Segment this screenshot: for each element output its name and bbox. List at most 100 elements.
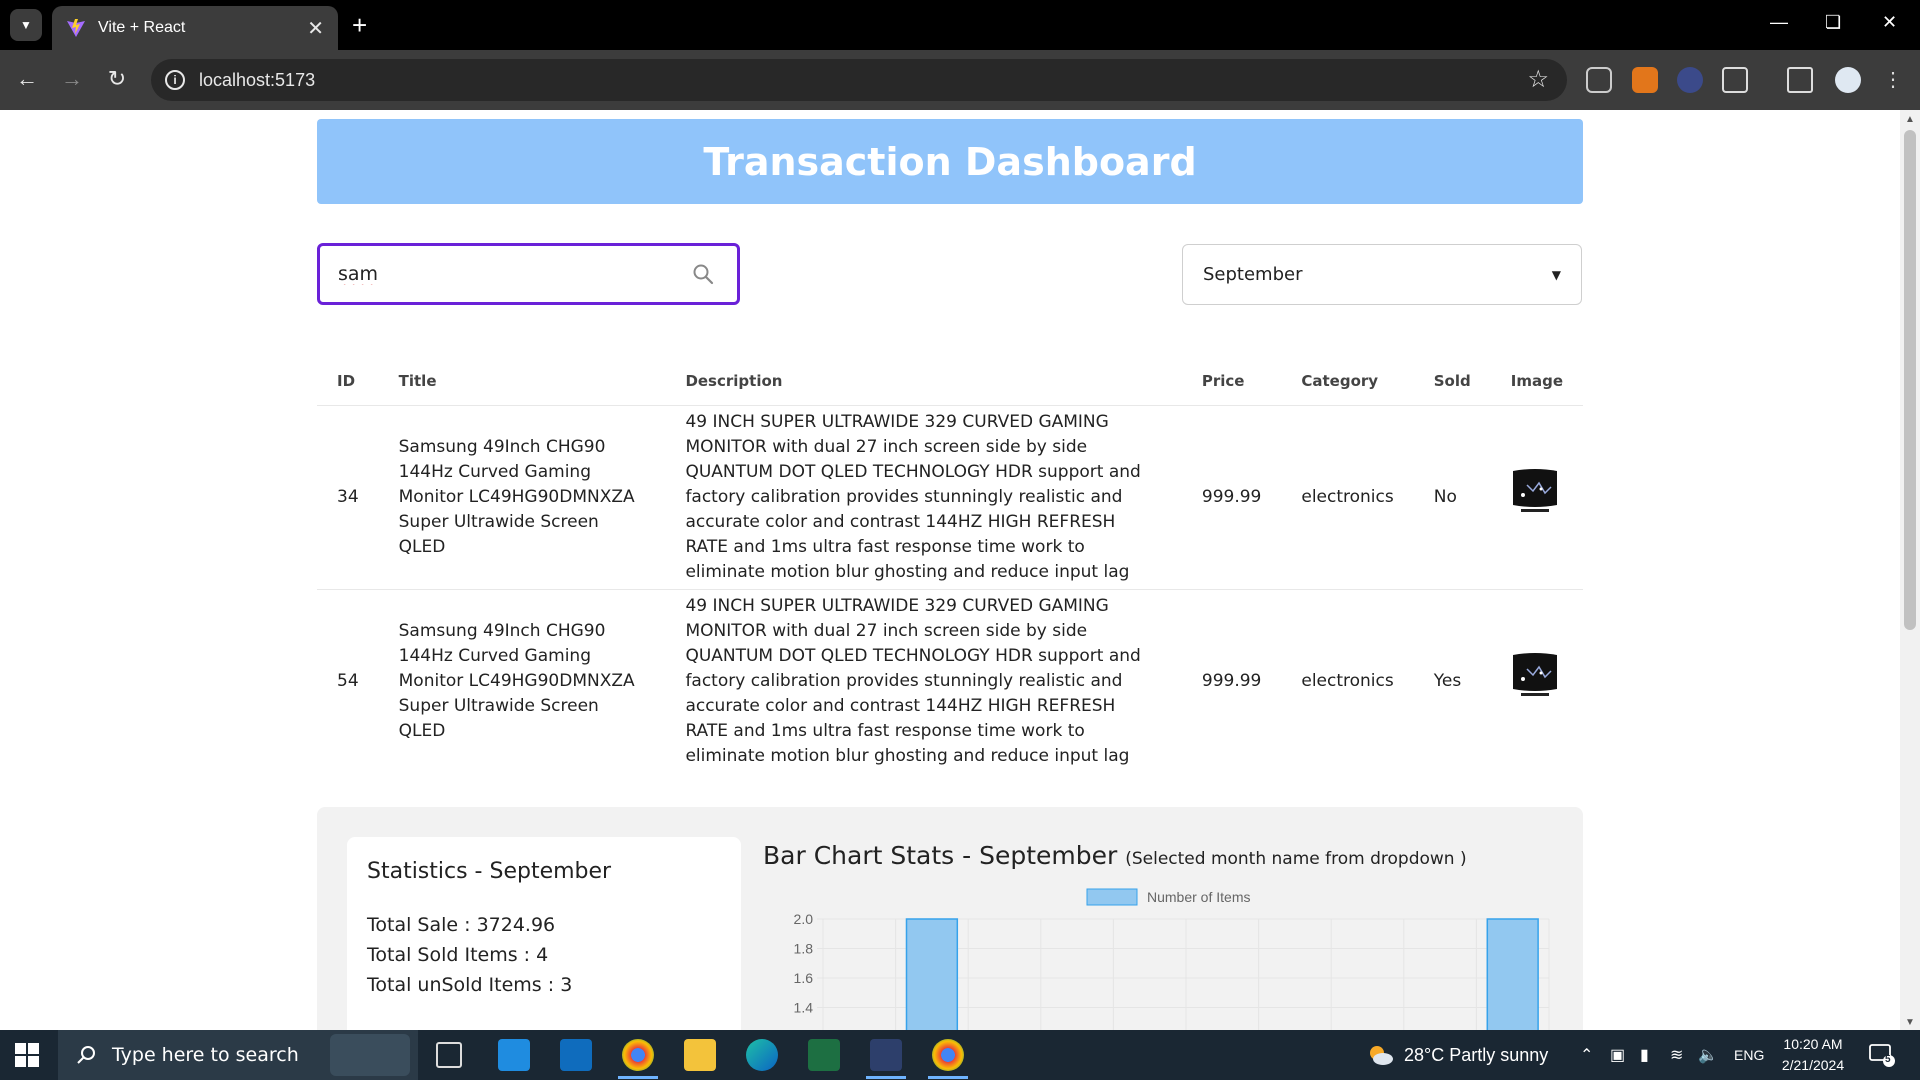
scroll-down-icon[interactable]: ▼ xyxy=(1905,1017,1915,1028)
vite-logo-icon xyxy=(67,19,85,37)
chrome-icon[interactable] xyxy=(622,1039,654,1071)
restore-icon[interactable]: ❏ xyxy=(1825,12,1841,33)
table-row: 54 Samsung 49Inch CHG90 144Hz Curved Gam… xyxy=(317,589,1583,773)
scrollbar-thumb[interactable] xyxy=(1904,130,1916,630)
search-field[interactable] xyxy=(317,243,740,305)
site-info-icon[interactable]: i xyxy=(165,70,185,90)
weather-widget[interactable]: 28°C Partly sunny xyxy=(1366,1043,1548,1067)
search-icon xyxy=(77,1046,95,1064)
legend-swatch xyxy=(1086,888,1138,906)
excel-icon[interactable] xyxy=(808,1039,840,1071)
cell-description: 49 INCH SUPER ULTRAWIDE 329 CURVED GAMIN… xyxy=(685,595,1141,766)
url-text: localhost:5173 xyxy=(199,69,316,90)
page-scrollbar[interactable]: ▲ ▼ xyxy=(1900,110,1920,1030)
system-clock[interactable]: 10:20 AM 2/21/2024 xyxy=(1768,1034,1858,1076)
windows-taskbar: Type here to search 28°C Partly sunny ⌃ … xyxy=(0,1030,1920,1080)
cursor-extension-icon[interactable] xyxy=(1677,67,1703,93)
notification-center-icon[interactable]: 5 xyxy=(1868,1042,1896,1068)
cell-category: electronics xyxy=(1281,405,1414,590)
bar xyxy=(905,918,959,1030)
column-header-title: Title xyxy=(378,357,666,406)
news-widget-icon[interactable] xyxy=(330,1034,410,1076)
total-sold-items: Total Sold Items : 4 xyxy=(367,944,549,966)
active-app-indicator xyxy=(928,1076,968,1079)
monitor-product-image xyxy=(1512,653,1557,696)
weather-text: 28°C Partly sunny xyxy=(1404,1044,1549,1065)
windows-start-icon[interactable] xyxy=(14,1042,40,1068)
chrome-icon[interactable] xyxy=(932,1039,964,1071)
column-header-price: Price xyxy=(1181,357,1282,406)
file-explorer-icon[interactable] xyxy=(684,1039,716,1071)
browser-tab[interactable]: Vite + React ✕ xyxy=(52,6,338,50)
volume-icon[interactable]: 🔈 xyxy=(1698,1045,1718,1065)
wifi-icon[interactable]: ≋ xyxy=(1670,1045,1683,1065)
y-tick-label: 2.0 xyxy=(794,911,814,927)
language-indicator[interactable]: ENG xyxy=(1734,1047,1764,1063)
battery-icon[interactable]: ▮ xyxy=(1640,1045,1649,1065)
cell-title: Samsung 49Inch CHG90 144Hz Curved Gaming… xyxy=(398,620,635,741)
column-header-sold: Sold xyxy=(1413,357,1491,406)
month-dropdown[interactable]: September ▼ xyxy=(1182,244,1582,305)
cell-price: 999.99 xyxy=(1201,670,1262,691)
page-viewport: Transaction Dashboard September ▼ ID Tit… xyxy=(0,110,1900,1030)
new-tab-button[interactable]: + xyxy=(352,10,367,40)
chevron-down-icon: ▼ xyxy=(20,18,32,32)
vscode-icon[interactable] xyxy=(870,1039,902,1071)
partly-sunny-icon xyxy=(1370,1046,1393,1065)
notification-count: 5 xyxy=(1885,1054,1891,1065)
statistics-card: Statistics - September Total Sale : 3724… xyxy=(347,837,741,1030)
reload-icon[interactable]: ↻ xyxy=(102,65,132,93)
microsoft-store-icon[interactable] xyxy=(498,1039,530,1071)
tab-title: Vite + React xyxy=(98,19,186,36)
extensions-puzzle-icon[interactable] xyxy=(1722,67,1748,93)
meet-now-icon[interactable]: ▣ xyxy=(1610,1045,1625,1065)
column-header-description: Description xyxy=(665,357,1182,406)
transactions-table: ID Title Description Price Category Sold… xyxy=(317,357,1583,773)
cell-price: 999.99 xyxy=(1181,405,1282,590)
active-app-indicator xyxy=(618,1076,658,1079)
minimize-icon[interactable]: — xyxy=(1770,12,1788,33)
cell-category: electronics xyxy=(1301,670,1394,691)
cell-image xyxy=(1490,405,1583,590)
search-icon[interactable] xyxy=(691,262,715,286)
cell-description: 49 INCH SUPER ULTRAWIDE 329 CURVED GAMIN… xyxy=(665,405,1182,590)
chevron-up-icon[interactable]: ⌃ xyxy=(1580,1045,1593,1065)
tab-search-button[interactable]: ▼ xyxy=(10,9,42,41)
cell-image xyxy=(1491,589,1583,773)
column-header-id: ID xyxy=(317,357,379,406)
clock-date: 2/21/2024 xyxy=(1781,1057,1845,1073)
mail-icon[interactable] xyxy=(560,1039,592,1071)
task-view-icon[interactable] xyxy=(436,1042,462,1068)
edge-icon[interactable] xyxy=(746,1039,778,1071)
cell-id: 34 xyxy=(317,405,379,590)
browser-menu-icon[interactable]: ⋮ xyxy=(1883,67,1903,93)
notification-bubble-icon xyxy=(1869,1044,1895,1067)
clock-time: 10:20 AM xyxy=(1783,1036,1843,1052)
cell-title: Samsung 49Inch CHG90 144Hz Curved Gaming… xyxy=(378,405,666,590)
y-tick-label: 1.6 xyxy=(794,970,814,986)
monitor-product-image xyxy=(1512,469,1557,512)
column-header-category: Category xyxy=(1281,357,1414,406)
scroll-up-icon[interactable]: ▲ xyxy=(1905,114,1915,125)
window-close-icon[interactable]: ✕ xyxy=(1882,12,1897,33)
total-sale: Total Sale : 3724.96 xyxy=(367,914,556,936)
active-app-indicator xyxy=(866,1076,906,1079)
statistics-section: Statistics - September Total Sale : 3724… xyxy=(317,807,1583,1030)
column-header-image: Image xyxy=(1490,357,1583,406)
bookmark-star-icon[interactable]: ☆ xyxy=(1527,65,1549,94)
taskbar-search-placeholder: Type here to search xyxy=(112,1044,299,1066)
caret-down-icon: ▼ xyxy=(1551,267,1561,282)
total-unsold-items: Total unSold Items : 3 xyxy=(367,974,573,996)
back-arrow-icon[interactable]: ← xyxy=(12,65,42,93)
search-input[interactable] xyxy=(338,258,678,290)
extension-reader-icon[interactable] xyxy=(1586,67,1612,93)
address-bar[interactable]: i localhost:5173 ☆ xyxy=(151,59,1567,101)
profile-avatar[interactable] xyxy=(1835,67,1861,93)
forward-arrow-icon[interactable]: → xyxy=(57,65,87,93)
month-selected-value: September xyxy=(1203,264,1303,285)
metamask-extension-icon[interactable] xyxy=(1632,67,1658,93)
close-tab-icon[interactable]: ✕ xyxy=(307,16,324,41)
statistics-title: Statistics - September xyxy=(367,859,612,884)
side-panel-icon[interactable] xyxy=(1787,67,1813,93)
y-tick-label: 1.8 xyxy=(794,941,814,957)
